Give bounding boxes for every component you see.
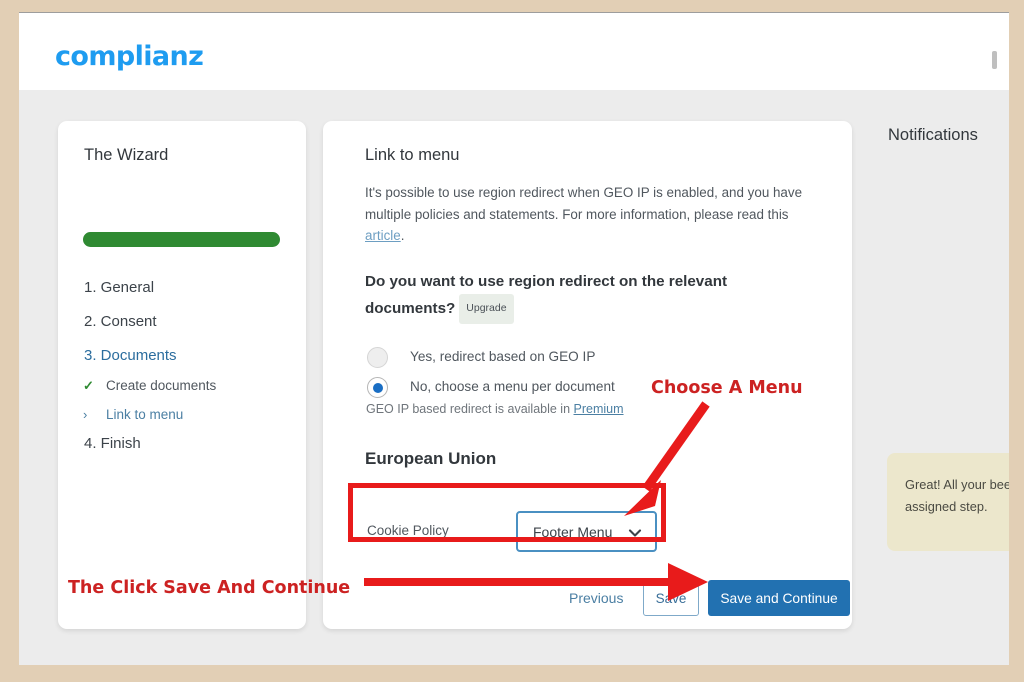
wizard-substep-link-to-menu[interactable]: › Link to menu <box>83 407 184 422</box>
premium-note-text: GEO IP based redirect is available in <box>366 402 574 416</box>
chevron-right-icon: › <box>83 407 88 422</box>
radio-icon-unchecked[interactable] <box>367 347 388 368</box>
wizard-substep-create-documents[interactable]: ✓ Create documents <box>83 378 217 393</box>
main-panel-title: Link to menu <box>365 146 460 164</box>
premium-note: GEO IP based redirect is available in Pr… <box>366 402 624 416</box>
chevron-down-icon <box>628 526 642 540</box>
notification-text: Great! All your been assigned step. <box>905 477 1009 514</box>
intro-text-before: It's possible to use region redirect whe… <box>365 185 803 222</box>
menu-select-dropdown[interactable]: Footer Menu <box>516 511 657 552</box>
save-button[interactable]: Save <box>643 580 699 616</box>
document-label-cookie-policy: Cookie Policy <box>367 523 449 538</box>
wizard-step-general[interactable]: 1. General <box>84 279 154 296</box>
intro-text-after: . <box>400 228 405 243</box>
radio-icon-checked[interactable] <box>367 377 388 398</box>
check-icon: ✓ <box>83 378 94 393</box>
region-redirect-question: Do you want to use region redirect on th… <box>365 269 765 324</box>
intro-paragraph: It's possible to use region redirect whe… <box>365 182 813 247</box>
menu-select-value: Footer Menu <box>533 524 613 540</box>
main-settings-card: Link to menu It's possible to use region… <box>323 121 852 629</box>
wizard-progress-bar <box>83 232 280 247</box>
app-header: complianz <box>19 13 1009 90</box>
save-and-continue-button[interactable]: Save and Continue <box>708 580 850 616</box>
wizard-sidebar-card: The Wizard 1. General 2. Consent 3. Docu… <box>58 121 306 629</box>
wizard-step-documents[interactable]: 3. Documents <box>84 347 177 364</box>
previous-button[interactable]: Previous <box>569 590 623 606</box>
header-edge-handle-icon[interactable] <box>992 51 997 69</box>
premium-link[interactable]: Premium <box>574 402 624 416</box>
browser-viewport: complianz The Wizard 1. General 2. Conse… <box>19 12 1009 665</box>
wizard-step-consent[interactable]: 2. Consent <box>84 313 157 330</box>
wizard-substep-label: Link to menu <box>106 407 184 422</box>
notifications-title: Notifications <box>888 126 978 144</box>
wizard-title: The Wizard <box>84 146 169 164</box>
question-text: Do you want to use region redirect on th… <box>365 273 728 317</box>
radio-label-menu-per-document: No, choose a menu per document <box>410 379 615 394</box>
page-content: The Wizard 1. General 2. Consent 3. Docu… <box>19 90 1009 665</box>
wizard-step-finish[interactable]: 4. Finish <box>84 435 141 452</box>
notification-card: Great! All your been assigned step. <box>887 453 1009 551</box>
document-menu-row: Cookie Policy Footer Menu <box>367 511 677 555</box>
wizard-substep-label: Create documents <box>106 378 217 393</box>
radio-label-geo-ip: Yes, redirect based on GEO IP <box>410 349 596 364</box>
wizard-progress-fill <box>83 232 280 247</box>
screenshot-root: complianz The Wizard 1. General 2. Conse… <box>0 0 1024 682</box>
region-heading-european-union: European Union <box>365 449 497 468</box>
article-link[interactable]: article <box>365 228 401 243</box>
complianz-logo[interactable]: complianz <box>55 41 204 72</box>
upgrade-badge[interactable]: Upgrade <box>459 294 514 324</box>
